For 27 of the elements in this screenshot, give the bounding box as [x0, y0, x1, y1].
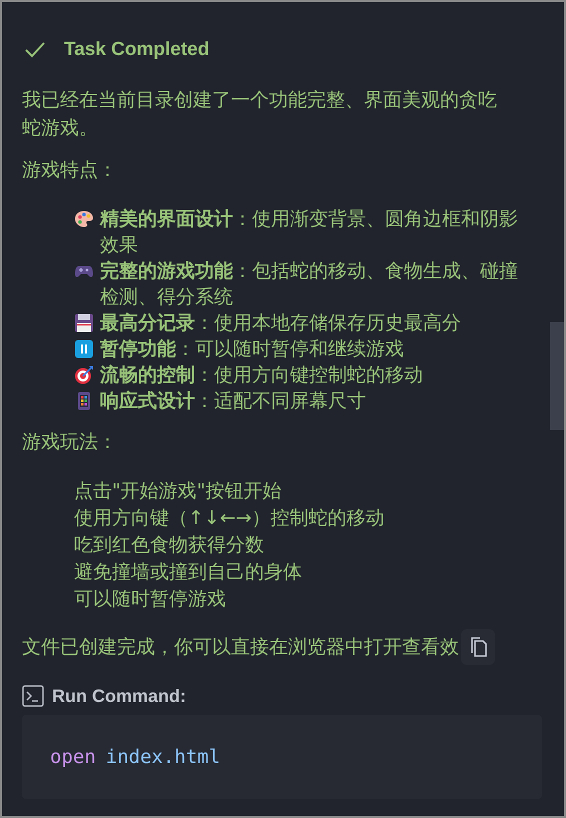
gameplay-heading: 游戏玩法： [22, 430, 118, 455]
status-title: Task Completed [64, 39, 210, 61]
gameplay-step: 避免撞墙或撞到自己的身体 [74, 559, 538, 586]
feature-item: 响应式设计：适配不同屏幕尺寸 [100, 389, 367, 414]
features-heading: 游戏特点： [22, 158, 118, 183]
closing-paragraph: 文件已创建完成，你可以直接在浏览器中打开查看效 [22, 635, 459, 660]
feature-item: 暂停功能：可以随时暂停和继续游戏 [100, 337, 405, 362]
gameplay-step: 吃到红色食物获得分数 [74, 532, 538, 559]
pause-icon [74, 339, 94, 359]
scrollbar-thumb[interactable] [550, 322, 564, 430]
feature-item: 完整的游戏功能：包括蛇的移动、食物生成、碰撞检测、得分系统 [100, 259, 519, 310]
checkmark-icon [24, 41, 46, 59]
gameplay-step: 可以随时暂停游戏 [74, 586, 538, 613]
gameplay-step: 使用方向键（↑↓←→）控制蛇的移动 [74, 505, 538, 532]
copy-button[interactable] [461, 629, 495, 665]
command-argument: index.html [106, 746, 220, 768]
target-icon [74, 365, 94, 385]
intro-paragraph: 我已经在当前目录创建了一个功能完整、界面美观的贪吃蛇游戏。 [22, 88, 498, 141]
terminal-icon [22, 685, 44, 707]
copy-icon [468, 636, 488, 658]
run-command-label: Run Command: [52, 686, 186, 706]
palette-icon [74, 209, 94, 229]
feature-item: 精美的界面设计：使用渐变背景、圆角边框和阴影效果 [100, 207, 519, 258]
command-keyword: open [50, 746, 96, 768]
gameplay-step: 点击"开始游戏"按钮开始 [74, 478, 538, 505]
feature-item: 流畅的控制：使用方向键控制蛇的移动 [100, 363, 424, 388]
feature-item: 最高分记录：使用本地存储保存历史最高分 [100, 311, 462, 336]
